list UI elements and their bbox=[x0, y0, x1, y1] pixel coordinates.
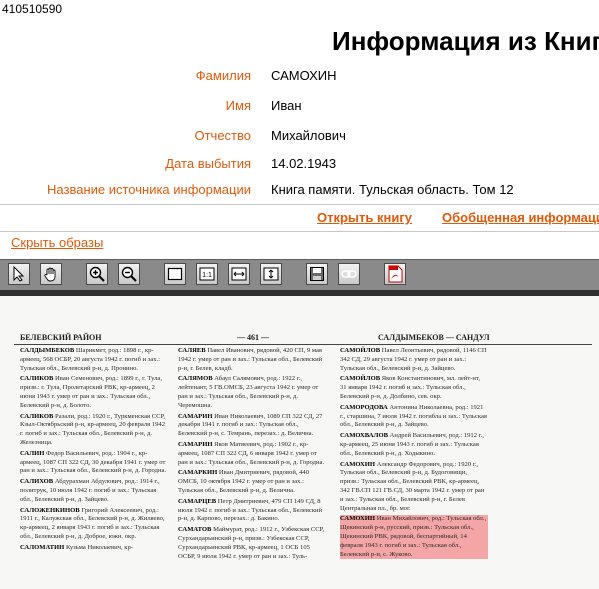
open-book-link[interactable]: Открыть книгу bbox=[317, 210, 412, 225]
summary-info-link[interactable]: Обобщенная информация bbox=[442, 210, 599, 225]
info-row-patronymic: Отчество Михайлович bbox=[0, 126, 599, 146]
scan-entry: САМОХИН Александр Федорович, род.: 1920 … bbox=[340, 460, 485, 512]
scan-entry: САЛОМАТИН Кузьма Николаевич, кр- bbox=[20, 543, 133, 551]
divider bbox=[0, 231, 599, 232]
info-row-departure-date: Дата выбытия 14.02.1943 bbox=[0, 154, 599, 174]
scan-entry: САМАРИН Иван Николаевич, 1089 СП 322 СД,… bbox=[178, 412, 323, 438]
patronymic-value: Михайлович bbox=[271, 128, 346, 143]
scan-entry: САЛЯМОВ Абаул Салямович, род.: 1922 г., … bbox=[178, 375, 319, 409]
fit-height-icon[interactable] bbox=[260, 263, 282, 285]
scan-entry: САМОХВАЛОВ Андрей Васильевич, род.: 1912… bbox=[340, 432, 484, 457]
info-row-source: Название источника информации Книга памя… bbox=[0, 180, 599, 200]
departure-date-value: 14.02.1943 bbox=[271, 156, 337, 171]
scan-entry: САМОЙЛОВ Яков Константинович, мл. лейт-н… bbox=[340, 375, 480, 400]
hide-images-link[interactable]: Скрыть образы bbox=[11, 235, 103, 250]
scan-entry-highlighted: САМОХИН Иван Михайлович, род.: Тульская … bbox=[340, 515, 488, 560]
scan-entry: САЛИКОВ Разали, род.: 1920 г., Туркменск… bbox=[20, 412, 166, 446]
scan-header-rule bbox=[14, 344, 592, 345]
record-id: 410510590 bbox=[2, 2, 63, 16]
scan-entry: САЛЯЕВ Павел Иванович, рядовой, 420 СП, … bbox=[178, 347, 323, 372]
scan-entry: САМОРОДОВА Антонина Николаевна, род.: 19… bbox=[340, 403, 487, 429]
source-value: Книга памяти. Тульская область. Том 12 bbox=[271, 182, 514, 197]
scan-entry: САЛОЖЕНКИНОВ Григорий Алексеевич, род.: … bbox=[20, 506, 165, 540]
scan-header-left: БЕЛЕВСКИЙ РАЙОН bbox=[20, 333, 102, 342]
scan-entry: САМАРЦЕВ Петр Дмитриевич, 479 СП 149 СД,… bbox=[178, 497, 323, 523]
surname-label: Фамилия bbox=[195, 68, 251, 83]
svg-text:1:1: 1:1 bbox=[202, 272, 212, 279]
scan-entry: САМАТОВ Маймурат, род.: 1912 г., Узбекск… bbox=[178, 526, 325, 560]
patronymic-label: Отчество bbox=[194, 128, 251, 143]
info-row-surname: Фамилия САМОХИН bbox=[0, 66, 599, 86]
scan-entry: САМАРИН Яков Матвеевич, род.: 1902 г., к… bbox=[178, 440, 325, 466]
page-title: Информация из Книг bbox=[332, 26, 599, 56]
zoom-out-icon[interactable] bbox=[118, 263, 140, 285]
name-value: Иван bbox=[271, 98, 302, 113]
pdf-icon[interactable] bbox=[384, 263, 406, 285]
scan-entry: САЛИКОВ Иван Семенович, род.: 1899 г., г… bbox=[20, 375, 162, 409]
actual-size-icon[interactable]: 1:1 bbox=[196, 263, 218, 285]
scan-entry: САЛИХОВ Абдурахман Абдулович, род.: 1914… bbox=[20, 478, 160, 503]
scan-entry: САМАРКИН Иван Дмитриевич, рядовой, 440 О… bbox=[178, 469, 310, 494]
departure-date-label: Дата выбытия bbox=[165, 156, 251, 171]
scanned-book-page: БЕЛЕВСКИЙ РАЙОН — 461 — САЛДЫМБЕКОВ — СА… bbox=[0, 296, 599, 589]
scan-entry: САЛИН Федор Васильевич, род.: 1904 г., к… bbox=[20, 449, 167, 475]
surname-value: САМОХИН bbox=[271, 68, 337, 83]
scan-entry: САМОЙЛОВ Павел Леонтьевич, рядовой, 1146… bbox=[340, 347, 487, 372]
source-label: Название источника информации bbox=[47, 182, 251, 197]
scan-column-3: САМОЙЛОВ Павел Леонтьевич, рядовой, 1146… bbox=[340, 347, 488, 561]
scan-column-1: САЛДЫМБЕКОВ Шарикмет, род.: 1898 г., кр-… bbox=[20, 347, 168, 555]
scan-header-center: — 461 — bbox=[237, 333, 269, 342]
info-row-name: Имя Иван bbox=[0, 96, 599, 116]
save-icon[interactable] bbox=[306, 263, 328, 285]
zoom-in-icon[interactable] bbox=[86, 263, 108, 285]
fit-width-icon[interactable] bbox=[228, 263, 250, 285]
scan-entry: САЛДЫМБЕКОВ Шарикмет, род.: 1898 г., кр-… bbox=[20, 347, 161, 372]
link-icon[interactable] bbox=[338, 263, 360, 285]
hand-pan-icon[interactable] bbox=[40, 263, 62, 285]
scan-column-2: САЛЯЕВ Павел Иванович, рядовой, 420 СП, … bbox=[178, 347, 326, 563]
select-arrow-icon[interactable] bbox=[8, 263, 30, 285]
document-image-viewer[interactable]: БЕЛЕВСКИЙ РАЙОН — 461 — САЛДЫМБЕКОВ — СА… bbox=[0, 290, 599, 589]
divider bbox=[0, 204, 599, 205]
fit-page-icon[interactable] bbox=[164, 263, 186, 285]
scan-header-right: САЛДЫМБЕКОВ — САНДУЛ bbox=[378, 333, 490, 342]
name-label: Имя bbox=[225, 98, 251, 113]
image-viewer-toolbar: 1:1 bbox=[0, 259, 599, 291]
